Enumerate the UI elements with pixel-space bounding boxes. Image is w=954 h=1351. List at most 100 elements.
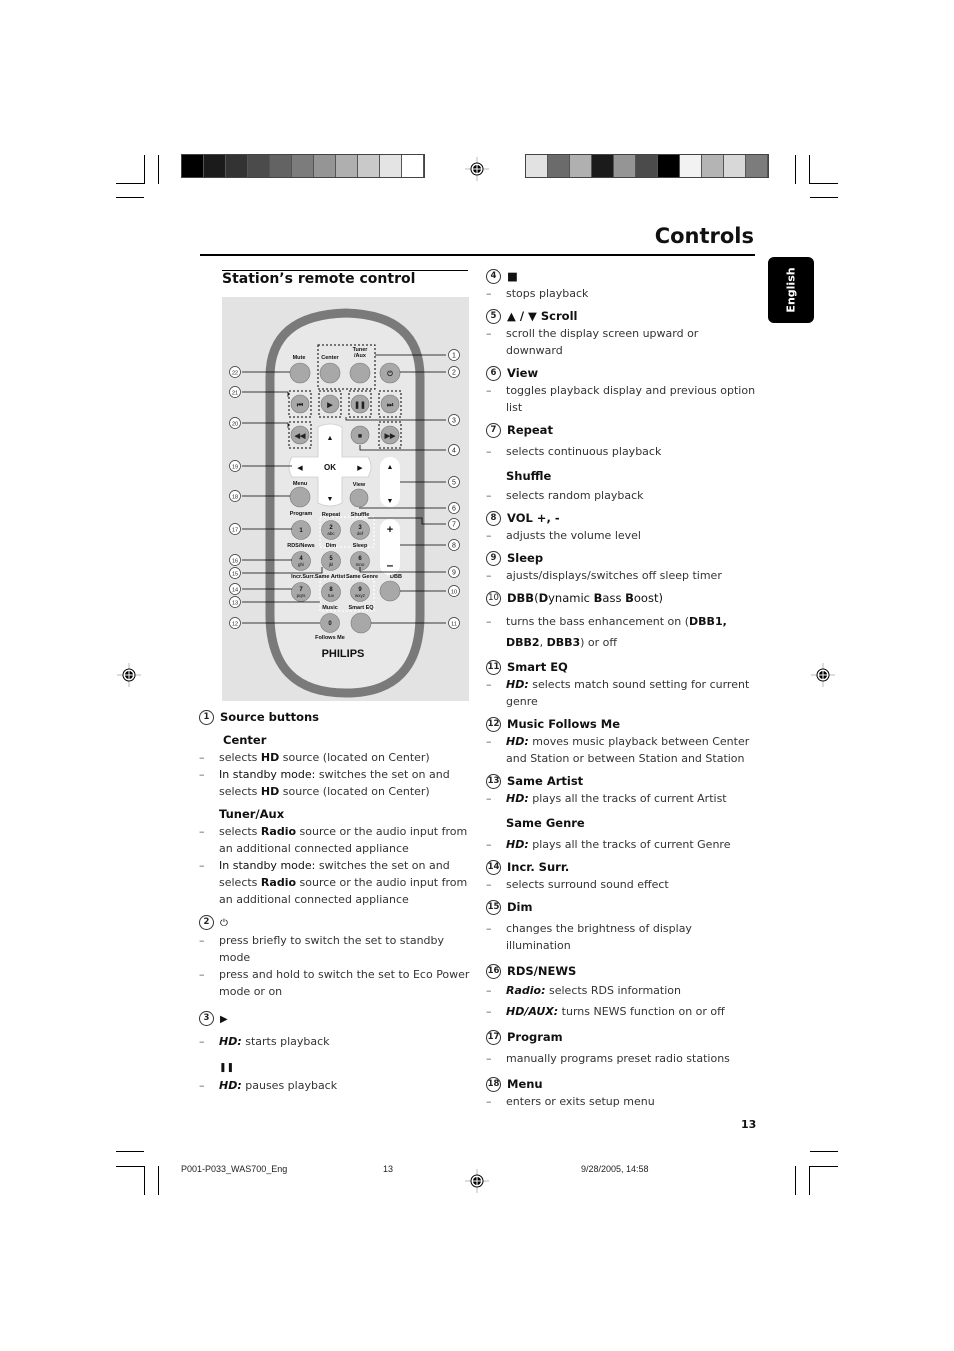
color-swatch	[292, 155, 314, 177]
bullet: In standby mode: switches the set on and…	[199, 766, 471, 800]
bullet: changes the brightness of display illumi…	[486, 920, 758, 954]
svg-text:16: 16	[232, 559, 238, 565]
smart-eq-button[interactable]	[350, 612, 372, 634]
color-swatch	[270, 155, 292, 177]
svg-text:19: 19	[232, 465, 238, 471]
play-icon: ▶	[326, 402, 333, 409]
next-icon: ⏭	[387, 402, 394, 409]
color-swatch	[592, 155, 614, 177]
number-key-4[interactable]: 4ghi	[291, 551, 311, 571]
volume-down-icon: –	[387, 558, 394, 572]
item-title: View	[507, 366, 539, 380]
color-swatch	[570, 155, 592, 177]
svg-text:17: 17	[232, 528, 238, 534]
callout-20: 20	[229, 417, 241, 429]
number-key-0[interactable]: 0	[320, 613, 340, 633]
bullet: Radio: selects RDS information	[486, 982, 758, 999]
svg-text:4: 4	[452, 448, 456, 455]
center-button[interactable]	[319, 362, 341, 384]
callout-8: 8	[448, 539, 460, 551]
callouts-right: 1 2 3 4 5 6 7 8 9 10 11	[448, 349, 460, 629]
subheading: Same Genre	[506, 816, 585, 830]
callout-17: 17	[229, 523, 241, 535]
smart-eq-label: Smart EQ	[348, 605, 374, 611]
color-swatch	[182, 155, 204, 177]
tuner-aux-button[interactable]	[349, 362, 371, 384]
callout-15: 15	[229, 567, 241, 579]
number-key-9[interactable]: 9wxyz	[350, 582, 370, 602]
registration-mark-icon	[811, 663, 835, 687]
previous-icon: ⏮	[297, 402, 304, 409]
view-button[interactable]	[349, 488, 369, 508]
callout-21: 21	[229, 386, 241, 398]
bullet: selects continuous playback	[486, 443, 758, 460]
callouts-left: 22 21 20 19 18 17 16 15 14 13 12	[229, 366, 241, 629]
bullet: press briefly to switch the set to stand…	[199, 932, 471, 966]
callout-14: 14	[229, 583, 241, 595]
music-label: Music	[322, 605, 338, 611]
item-number: 13	[486, 774, 501, 789]
number-key-1[interactable]: 1	[291, 520, 311, 540]
item-title: RDS/NEWS	[507, 964, 577, 978]
section-title: Station’s remote control	[222, 271, 416, 287]
svg-text:ghi: ghi	[298, 562, 304, 567]
ok-button[interactable]: OK	[324, 463, 336, 472]
item-title: Sleep	[507, 551, 544, 565]
title-divider	[200, 254, 755, 256]
left-arrow-icon[interactable]: ◀	[297, 465, 303, 472]
svg-text:13: 13	[232, 601, 238, 607]
item-number: 11	[486, 660, 501, 675]
callout-12: 12	[229, 617, 241, 629]
svg-text:mno: mno	[356, 562, 365, 567]
dbb-button[interactable]	[379, 580, 401, 602]
item-title: ▲ / ▼ Scroll	[507, 309, 578, 323]
stop-icon: ■	[507, 269, 518, 283]
dim-label: Dim	[326, 543, 337, 549]
callout-7: 7	[448, 518, 460, 530]
color-swatch	[204, 155, 226, 177]
number-key-5[interactable]: 5jkl	[321, 551, 341, 571]
power-icon: ⏻	[220, 918, 228, 929]
bullet: selects random playback	[486, 487, 758, 504]
view-label: View	[353, 482, 366, 488]
number-key-8[interactable]: 8tuv	[321, 582, 341, 602]
svg-text:wxyz: wxyz	[355, 593, 366, 598]
down-arrow-icon[interactable]: ▼	[327, 496, 334, 503]
color-swatch	[226, 155, 248, 177]
svg-text:22: 22	[232, 371, 238, 377]
item-number: 18	[486, 1077, 501, 1092]
svg-text:12: 12	[232, 622, 238, 628]
bullet: press and hold to switch the set to Eco …	[199, 966, 471, 1000]
callout-22: 22	[229, 366, 241, 378]
item-title: Dim	[507, 900, 533, 914]
bullet: turns the bass enhancement on (DBB1, DBB…	[486, 611, 758, 653]
bullet: selects surround sound effect	[486, 876, 758, 893]
repeat-label: Repeat	[322, 512, 341, 518]
bullet: In standby mode: switches the set on and…	[199, 857, 471, 908]
registration-mark-icon	[117, 663, 141, 687]
callout-5: 5	[448, 476, 460, 488]
svg-text:11: 11	[451, 622, 457, 628]
item-title: Source buttons	[220, 710, 320, 724]
rewind-icon: ◀◀	[294, 433, 306, 440]
right-arrow-icon[interactable]: ▶	[357, 465, 363, 472]
color-swatch	[680, 155, 702, 177]
svg-text:2: 2	[452, 370, 456, 377]
pause-icon: ❚❚	[219, 1063, 235, 1073]
play-icon: ▶	[220, 1014, 228, 1025]
bullet: toggles playback display and previous op…	[486, 382, 758, 416]
number-key-7[interactable]: 7pqrs	[291, 582, 311, 602]
volume-up-icon: +	[387, 524, 393, 536]
callout-13: 13	[229, 596, 241, 608]
svg-text:15: 15	[232, 572, 238, 578]
menu-button[interactable]	[289, 486, 311, 508]
same-genre-label: Same Genre	[346, 574, 378, 580]
mute-button[interactable]	[289, 362, 311, 384]
svg-text:jkl: jkl	[328, 562, 333, 567]
up-arrow-icon[interactable]: ▲	[327, 435, 334, 442]
number-key-3[interactable]: 3def	[350, 520, 370, 540]
svg-text:9: 9	[452, 570, 456, 577]
svg-text:1: 1	[452, 353, 456, 360]
callout-2: 2	[448, 366, 460, 378]
number-key-2[interactable]: 2abc	[321, 520, 341, 540]
